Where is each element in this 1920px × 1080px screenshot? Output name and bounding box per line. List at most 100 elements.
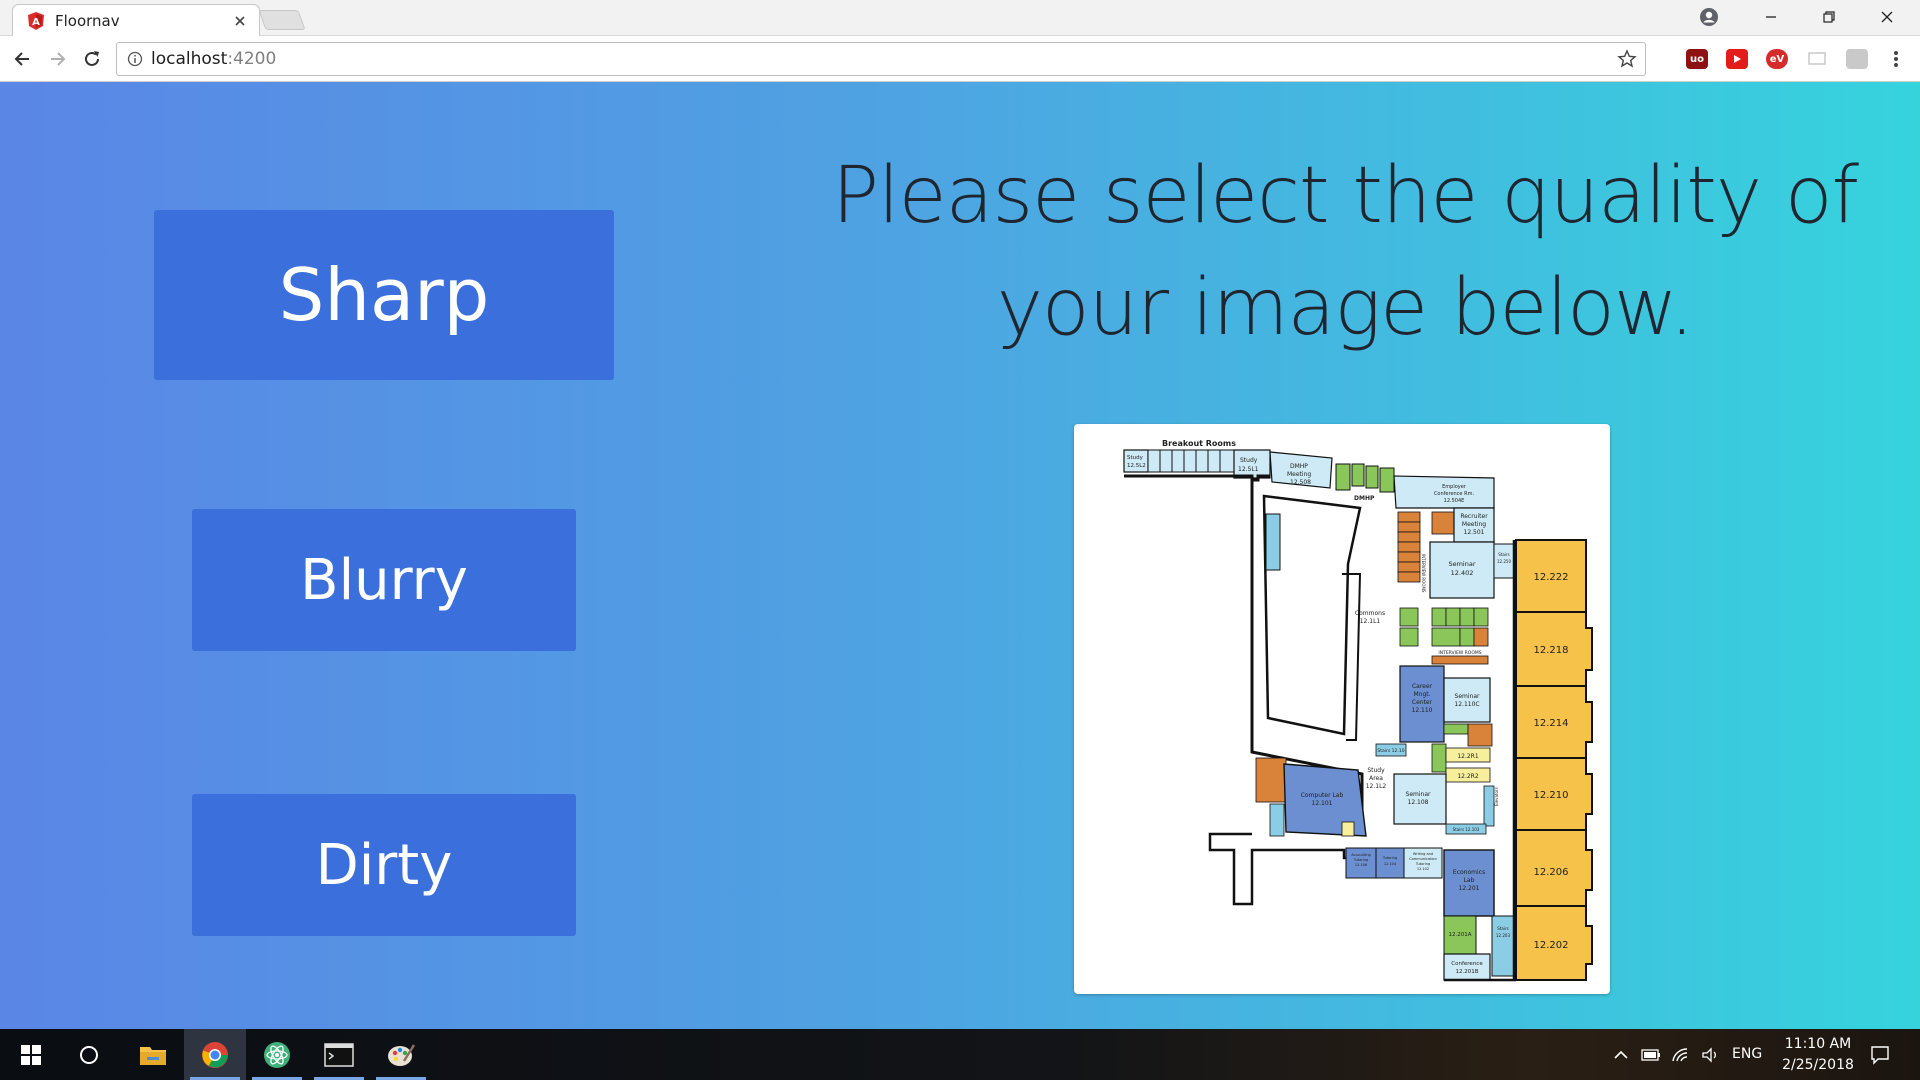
svg-text:12.5L1: 12.5L1 bbox=[1238, 466, 1259, 473]
window-close-icon[interactable] bbox=[1858, 2, 1916, 32]
close-icon[interactable] bbox=[231, 12, 249, 30]
svg-text:12.2R2: 12.2R2 bbox=[1457, 773, 1479, 780]
clock-date[interactable]: 2/25/2018 bbox=[1776, 1057, 1860, 1073]
new-tab-button[interactable] bbox=[258, 10, 306, 30]
floorplan-title: Breakout Rooms bbox=[1162, 439, 1236, 448]
svg-text:Area: Area bbox=[1369, 775, 1383, 782]
restore-icon[interactable] bbox=[1800, 2, 1858, 32]
windows-start-icon[interactable] bbox=[0, 1029, 62, 1080]
cast-icon[interactable] bbox=[1806, 49, 1828, 69]
file-explorer-icon[interactable] bbox=[122, 1029, 184, 1080]
svg-text:12.218: 12.218 bbox=[1534, 645, 1569, 656]
blurry-button[interactable]: Blurry bbox=[192, 509, 576, 651]
minimize-icon[interactable] bbox=[1742, 2, 1800, 32]
menu-kebab-icon[interactable] bbox=[1882, 45, 1910, 73]
svg-text:12.2R1: 12.2R1 bbox=[1457, 753, 1479, 760]
svg-text:Lab: Lab bbox=[1464, 877, 1475, 884]
svg-text:12.202: 12.202 bbox=[1534, 940, 1569, 951]
svg-text:Commons: Commons bbox=[1355, 610, 1385, 617]
address-bar[interactable]: localhost:4200 bbox=[116, 42, 1646, 76]
forward-icon[interactable] bbox=[44, 45, 72, 73]
svg-text:12.402: 12.402 bbox=[1451, 569, 1474, 577]
chrome-taskbar-icon[interactable] bbox=[184, 1029, 246, 1080]
action-center-icon[interactable] bbox=[1860, 1029, 1900, 1080]
svg-text:A: A bbox=[32, 17, 40, 28]
svg-text:Elevators: Elevators bbox=[1494, 787, 1499, 806]
terminal-icon[interactable] bbox=[308, 1029, 370, 1080]
reload-icon[interactable] bbox=[78, 45, 106, 73]
info-icon[interactable] bbox=[127, 51, 143, 67]
svg-text:12.104: 12.104 bbox=[1384, 862, 1397, 866]
svg-text:12.101: 12.101 bbox=[1312, 800, 1333, 807]
svg-text:12.210: 12.210 bbox=[1534, 790, 1569, 801]
svg-text:12.110C: 12.110C bbox=[1454, 701, 1479, 708]
browser-toolbar: localhost:4200 uo eV bbox=[0, 36, 1920, 82]
svg-text:Seminar: Seminar bbox=[1455, 693, 1480, 700]
cortana-search-icon[interactable] bbox=[58, 1029, 120, 1080]
paint-icon[interactable] bbox=[370, 1029, 432, 1080]
svg-text:Mngt.: Mngt. bbox=[1413, 691, 1430, 698]
heading-line-2: your image below. bbox=[996, 263, 1695, 353]
south-west-wall bbox=[1208, 832, 1366, 906]
sharp-button[interactable]: Sharp bbox=[154, 210, 614, 380]
svg-text:12.201B: 12.201B bbox=[1455, 969, 1478, 975]
svg-text:12.1L1: 12.1L1 bbox=[1360, 618, 1381, 625]
clock-time[interactable]: 11:10 AM bbox=[1780, 1036, 1856, 1052]
svg-text:12.108: 12.108 bbox=[1408, 799, 1429, 806]
stair-hatch bbox=[1467, 723, 1493, 747]
stair-hatch-left bbox=[1255, 757, 1287, 803]
svg-text:Stairs: Stairs bbox=[1498, 552, 1509, 557]
elevators bbox=[1483, 785, 1495, 827]
url-host: localhost bbox=[151, 49, 228, 69]
volume-icon[interactable] bbox=[1696, 1029, 1726, 1080]
extension-gray-icon[interactable] bbox=[1846, 49, 1868, 69]
svg-text:12.508: 12.508 bbox=[1290, 479, 1311, 486]
svg-text:INTERVIEW ROOMS: INTERVIEW ROOMS bbox=[1438, 650, 1481, 656]
svg-text:Study: Study bbox=[1367, 767, 1385, 774]
atom-editor-icon[interactable] bbox=[246, 1029, 308, 1080]
svg-text:Seminar: Seminar bbox=[1406, 791, 1431, 798]
svg-text:12.1L2: 12.1L2 bbox=[1366, 783, 1387, 790]
heading-line-1: Please select the quality of bbox=[831, 151, 1859, 241]
stairs-12-203 bbox=[1491, 915, 1515, 977]
tray-chevron-up-icon[interactable] bbox=[1606, 1029, 1636, 1080]
svg-text:12.5L2: 12.5L2 bbox=[1127, 463, 1146, 469]
svg-text:Stairs 12.103: Stairs 12.103 bbox=[1453, 827, 1480, 832]
svg-text:INTERVIEW ROOMS: INTERVIEW ROOMS bbox=[1421, 554, 1426, 593]
floorplan-drawing: Breakout Rooms Study 12.5L2 Study 12.5L1… bbox=[1123, 439, 1593, 982]
svg-text:Employer: Employer bbox=[1442, 484, 1467, 490]
battery-icon[interactable] bbox=[1636, 1029, 1666, 1080]
svg-text:Accounting: Accounting bbox=[1351, 853, 1371, 857]
windows-taskbar: ENG 11:10 AM 2/25/2018 bbox=[0, 1029, 1920, 1080]
svg-text:12.504E: 12.504E bbox=[1444, 498, 1465, 504]
language-indicator[interactable]: ENG bbox=[1732, 1046, 1762, 1062]
svg-text:12.201A: 12.201A bbox=[1448, 932, 1471, 938]
profile-icon[interactable] bbox=[1680, 2, 1738, 32]
extension-icon[interactable]: eV bbox=[1766, 49, 1788, 69]
green-rooms-top bbox=[1335, 463, 1395, 493]
url-port: :4200 bbox=[227, 49, 277, 69]
back-icon[interactable] bbox=[8, 45, 36, 73]
label-dmhp: DMHP bbox=[1354, 495, 1375, 502]
browser-tab[interactable]: A Floornav bbox=[12, 4, 260, 36]
dirty-button[interactable]: Dirty bbox=[192, 794, 576, 936]
svg-text:Recruiter: Recruiter bbox=[1460, 513, 1488, 520]
ublock-icon[interactable]: uo bbox=[1686, 49, 1708, 69]
svg-text:Study: Study bbox=[1127, 455, 1144, 461]
svg-text:Tutoring: Tutoring bbox=[1353, 858, 1368, 862]
svg-text:Conference Rm.: Conference Rm. bbox=[1434, 491, 1475, 497]
angular-icon: A bbox=[28, 11, 44, 30]
youtube-extension-icon[interactable] bbox=[1726, 49, 1748, 69]
wifi-icon[interactable] bbox=[1666, 1029, 1696, 1080]
yellow-classrooms bbox=[1515, 539, 1593, 981]
stairs-left bbox=[1265, 513, 1281, 571]
svg-text:Study: Study bbox=[1240, 457, 1258, 464]
svg-text:Career: Career bbox=[1412, 683, 1433, 690]
svg-text:Communication: Communication bbox=[1409, 857, 1437, 861]
svg-text:Stairs 12.10: Stairs 12.10 bbox=[1377, 748, 1404, 754]
bookmark-star-icon[interactable] bbox=[1617, 49, 1637, 69]
svg-text:Conference: Conference bbox=[1451, 961, 1483, 967]
svg-text:Computer Lab: Computer Lab bbox=[1301, 792, 1344, 799]
svg-text:12.222: 12.222 bbox=[1534, 572, 1569, 583]
tab-title: Floornav bbox=[55, 11, 120, 30]
